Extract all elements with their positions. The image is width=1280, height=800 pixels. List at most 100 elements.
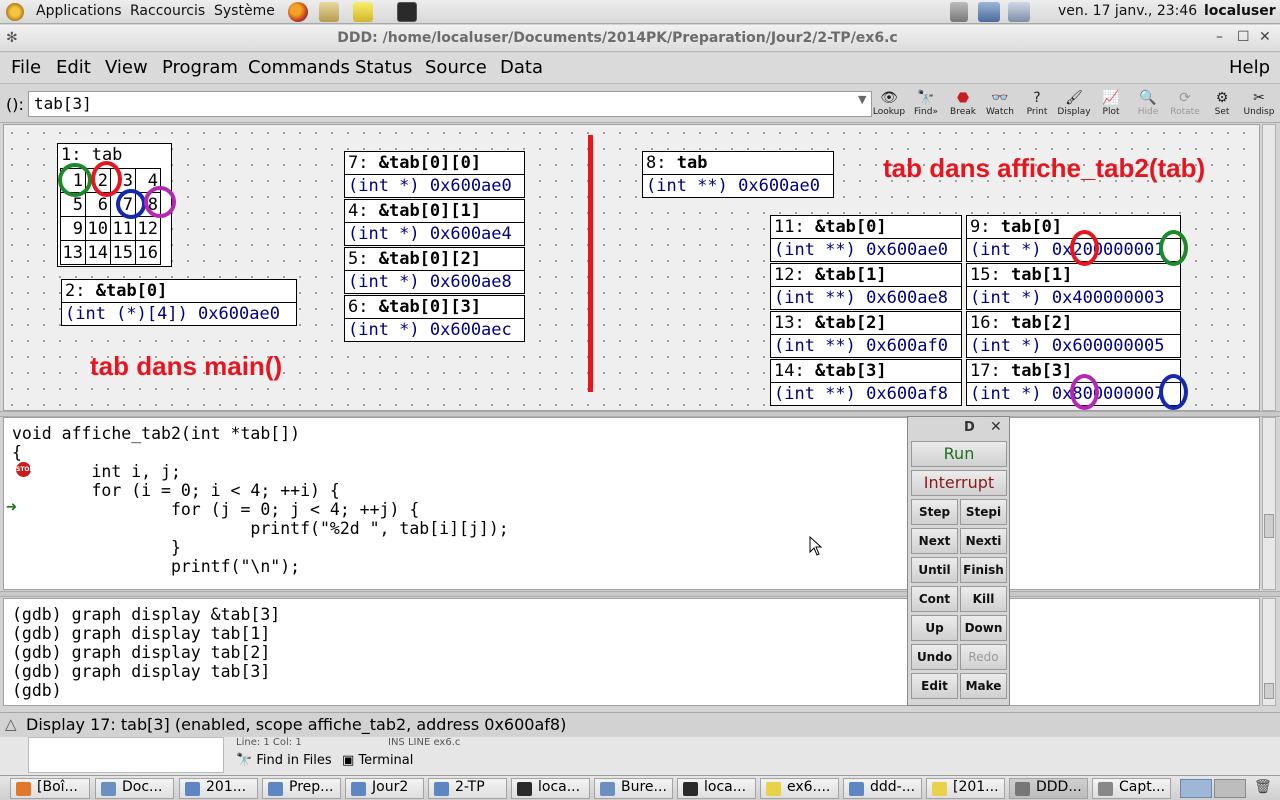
terminal-icon: [683, 782, 698, 796]
task-item[interactable]: Jour2: [345, 778, 424, 799]
edit-button[interactable]: Edit: [911, 673, 958, 699]
graph-scrollbar[interactable]: [1262, 124, 1276, 411]
menu-program[interactable]: Program: [162, 57, 238, 78]
display-button[interactable]: 🖌 Display: [1056, 89, 1092, 121]
task-item[interactable]: Capt...: [1092, 778, 1171, 799]
kill-button[interactable]: Kill: [960, 586, 1007, 612]
interrupt-button[interactable]: Interrupt: [911, 470, 1007, 496]
command-tool-header[interactable]: D ✕: [908, 417, 1009, 439]
menu-edit[interactable]: Edit: [56, 57, 91, 78]
up-button[interactable]: Up: [911, 615, 958, 641]
task-item[interactable]: Bure...: [594, 778, 673, 799]
terminal-tab[interactable]: ▣ Terminal: [342, 753, 413, 768]
volume-icon[interactable]: [950, 2, 968, 22]
pane-sash-2[interactable]: [0, 591, 1280, 597]
source-scrollbar[interactable]: [1262, 417, 1276, 590]
next-button[interactable]: Next: [911, 528, 958, 554]
user-name[interactable]: localuser: [1204, 3, 1276, 19]
task-item[interactable]: Prep...: [262, 778, 341, 799]
argument-history-icon[interactable]: ▼: [858, 93, 866, 106]
task-item[interactable]: [201...: [926, 778, 1005, 799]
run-button[interactable]: Run: [911, 441, 1007, 467]
menu-systeme[interactable]: Système: [214, 3, 275, 19]
display-15[interactable]: 15: tab[1] (int *) 0x400000003: [966, 263, 1181, 310]
display-12[interactable]: 12: &tab[1] (int **) 0x600ae8: [770, 263, 962, 310]
clock[interactable]: ven. 17 janv., 23:46: [1058, 3, 1197, 19]
green-ring-annotation: [58, 163, 92, 197]
display-11[interactable]: 11: &tab[0] (int **) 0x600ae0: [770, 215, 962, 262]
task-item[interactable]: loca...: [511, 778, 590, 799]
gnome-foot-icon[interactable]: [6, 3, 24, 21]
display-2-amp-tab0[interactable]: 2: &tab[0] (int (*)[4]) 0x600ae0: [61, 279, 297, 326]
make-button[interactable]: Make: [960, 673, 1007, 699]
folder-icon: [268, 782, 283, 796]
redo-button[interactable]: Redo: [960, 644, 1007, 670]
plot-button[interactable]: 📈 Plot: [1093, 89, 1129, 121]
workspace-switcher-1[interactable]: [1180, 779, 1212, 798]
network-icon[interactable]: [978, 2, 1000, 22]
display-4[interactable]: 4: &tab[0][1] (int *) 0x600ae4: [344, 199, 525, 246]
finish-button[interactable]: Finish: [960, 557, 1007, 583]
menu-status[interactable]: Status: [355, 57, 412, 78]
breakpoint-stop-icon[interactable]: STOP: [16, 462, 34, 477]
undo-button[interactable]: Undo: [911, 644, 958, 670]
task-item[interactable]: loca...: [677, 778, 756, 799]
hide-button[interactable]: 🔍 Hide: [1130, 89, 1166, 121]
trash-icon[interactable]: 🗑: [1254, 779, 1272, 795]
printer-icon[interactable]: [1008, 2, 1030, 22]
minimize-button[interactable]: –: [1216, 29, 1223, 45]
print-button[interactable]: ? Print: [1019, 89, 1055, 121]
command-tool-close-button[interactable]: ✕: [990, 419, 1002, 435]
task-item-active[interactable]: DDD...: [1009, 778, 1088, 799]
source-window[interactable]: void affiche_tab2(int *tab[]) { int i, j…: [3, 417, 1260, 590]
find-in-files-tab[interactable]: 🔭 Find in Files: [236, 753, 332, 768]
data-graph-canvas[interactable]: 1: tab 1234 5678 9 10 11 12 13 14 15 16 2: &ta…: [3, 124, 1260, 411]
display-16[interactable]: 16: tab[2] (int *) 0x600000005: [966, 311, 1181, 358]
menu-commands[interactable]: Commands: [248, 57, 350, 78]
maximize-button[interactable]: ☐: [1237, 29, 1250, 45]
task-item[interactable]: 201...: [179, 778, 258, 799]
nexti-button[interactable]: Nexti: [960, 528, 1007, 554]
task-item[interactable]: ddd-...: [843, 778, 922, 799]
task-item[interactable]: [Boî...: [10, 778, 90, 799]
menu-raccourcis[interactable]: Raccourcis: [130, 3, 205, 19]
undisp-button[interactable]: ✂ Undisp: [1241, 89, 1277, 121]
until-button[interactable]: Until: [911, 557, 958, 583]
set-button[interactable]: ⚙ Set: [1204, 89, 1240, 121]
display-6[interactable]: 6: &tab[0][3] (int *) 0x600aec: [344, 295, 525, 342]
gdb-console[interactable]: (gdb) graph display &tab[3] (gdb) graph …: [3, 598, 1260, 706]
menu-applications[interactable]: Applications: [36, 3, 122, 19]
stepi-button[interactable]: Stepi: [960, 499, 1007, 525]
display-7[interactable]: 7: &tab[0][0] (int *) 0x600ae0: [344, 151, 525, 198]
menu-help[interactable]: Help: [1229, 57, 1270, 78]
find-button[interactable]: 🔭 Find»: [908, 89, 944, 121]
down-button[interactable]: Down: [960, 615, 1007, 641]
window-titlebar[interactable]: ✻ DDD: /home/localuser/Documents/2014PK/…: [0, 25, 1280, 52]
break-button[interactable]: ⬣ Break: [945, 89, 981, 121]
argument-field[interactable]: tab[3]: [28, 91, 872, 117]
menu-view[interactable]: View: [105, 57, 148, 78]
display-5[interactable]: 5: &tab[0][2] (int *) 0x600ae8: [344, 247, 525, 294]
status-warning-icon[interactable]: △: [5, 715, 17, 733]
archive-icon[interactable]: [319, 2, 339, 22]
watch-button[interactable]: 👓 Watch: [982, 89, 1018, 121]
display-13[interactable]: 13: &tab[2] (int **) 0x600af0: [770, 311, 962, 358]
step-button[interactable]: Step: [911, 499, 958, 525]
rotate-button[interactable]: ⟳ Rotate: [1167, 89, 1203, 121]
display-8-tab[interactable]: 8: tab (int **) 0x600ae0: [642, 151, 834, 198]
close-button[interactable]: ✕: [1259, 29, 1271, 45]
text-editor-icon[interactable]: [353, 2, 373, 22]
menu-source[interactable]: Source: [425, 57, 487, 78]
firefox-icon[interactable]: [288, 2, 308, 22]
cont-button[interactable]: Cont: [911, 586, 958, 612]
task-item[interactable]: ex6....: [760, 778, 839, 799]
menu-data[interactable]: Data: [500, 57, 543, 78]
display-14[interactable]: 14: &tab[3] (int **) 0x600af8: [770, 359, 962, 406]
terminal-icon[interactable]: [397, 2, 417, 22]
menu-file[interactable]: File: [11, 57, 41, 78]
workspace-switcher-2[interactable]: [1214, 779, 1246, 798]
task-item[interactable]: 2-TP: [428, 778, 507, 799]
task-item[interactable]: Doc...: [95, 778, 174, 799]
console-scrollbar[interactable]: [1262, 598, 1276, 706]
lookup-button[interactable]: 👁 Lookup: [871, 89, 907, 121]
